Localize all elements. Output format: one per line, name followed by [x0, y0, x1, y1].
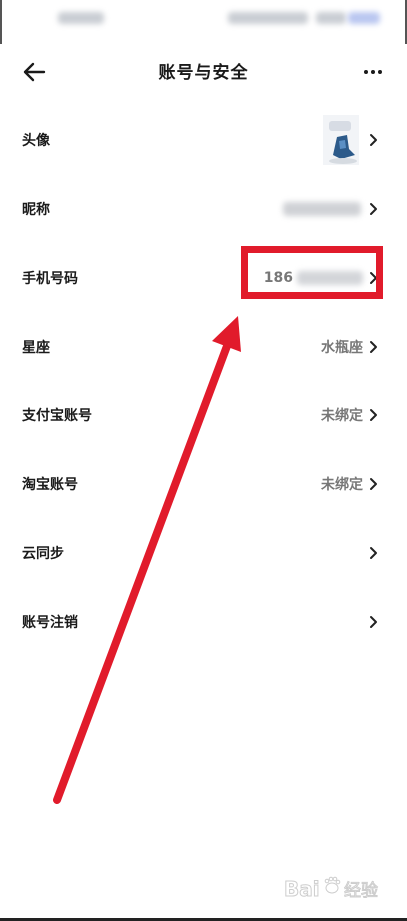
chevron-right-icon: [370, 271, 377, 284]
settings-row-nickname[interactable]: 昵称: [0, 174, 407, 243]
settings-row-label: 星座: [22, 339, 50, 356]
avatar: [323, 114, 359, 165]
settings-row-avatar[interactable]: 头像: [0, 105, 407, 174]
chevron-right-icon: [370, 133, 377, 146]
more-dots-icon: [363, 70, 384, 74]
settings-row-value: 未绑定: [321, 476, 363, 493]
settings-row-constellation[interactable]: 星座 水瓶座: [0, 312, 407, 381]
svg-text:Bai: Bai: [284, 877, 320, 901]
status-bar-battery-blurred: [348, 12, 380, 24]
settings-row-label: 支付宝账号: [22, 407, 92, 424]
status-bar-icons-blurred: [228, 12, 308, 24]
chevron-right-icon: [370, 340, 377, 353]
settings-row-alipay[interactable]: 支付宝账号 未绑定: [0, 380, 407, 449]
frame-edge-left: [0, 0, 2, 44]
settings-row-label: 头像: [22, 132, 50, 149]
status-bar-time-blurred: [58, 12, 104, 24]
svg-text:经验: 经验: [344, 881, 378, 901]
settings-row-cloud-sync[interactable]: 云同步: [0, 518, 407, 587]
settings-row-label: 账号注销: [22, 614, 78, 631]
phone-value: 186: [264, 270, 363, 286]
status-bar-signal-blurred: [316, 12, 346, 24]
baidu-jingyan-watermark: Bai 经验: [282, 870, 392, 910]
header: 账号与安全: [0, 44, 407, 100]
chevron-right-icon: [370, 477, 377, 490]
phone-prefix: 186: [263, 269, 293, 286]
settings-row-label: 淘宝账号: [22, 476, 78, 493]
chevron-right-icon: [370, 202, 377, 215]
status-bar: [0, 0, 407, 40]
settings-row-phone[interactable]: 手机号码 186: [0, 243, 407, 312]
settings-row-taobao[interactable]: 淘宝账号 未绑定: [0, 449, 407, 518]
settings-row-label: 昵称: [22, 201, 50, 218]
settings-row-value: 未绑定: [321, 407, 363, 424]
page-title: 账号与安全: [158, 63, 249, 83]
nickname-value-blurred: [283, 201, 361, 216]
chevron-right-icon: [370, 546, 377, 559]
phone-number-blurred: [297, 270, 363, 285]
more-button[interactable]: [357, 56, 389, 88]
settings-row-label: 手机号码: [22, 270, 78, 287]
settings-row-account-cancel[interactable]: 账号注销: [0, 587, 407, 656]
settings-row-label: 云同步: [22, 545, 64, 562]
chevron-right-icon: [370, 408, 377, 421]
chevron-right-icon: [370, 615, 377, 628]
settings-row-value: 水瓶座: [321, 339, 363, 356]
